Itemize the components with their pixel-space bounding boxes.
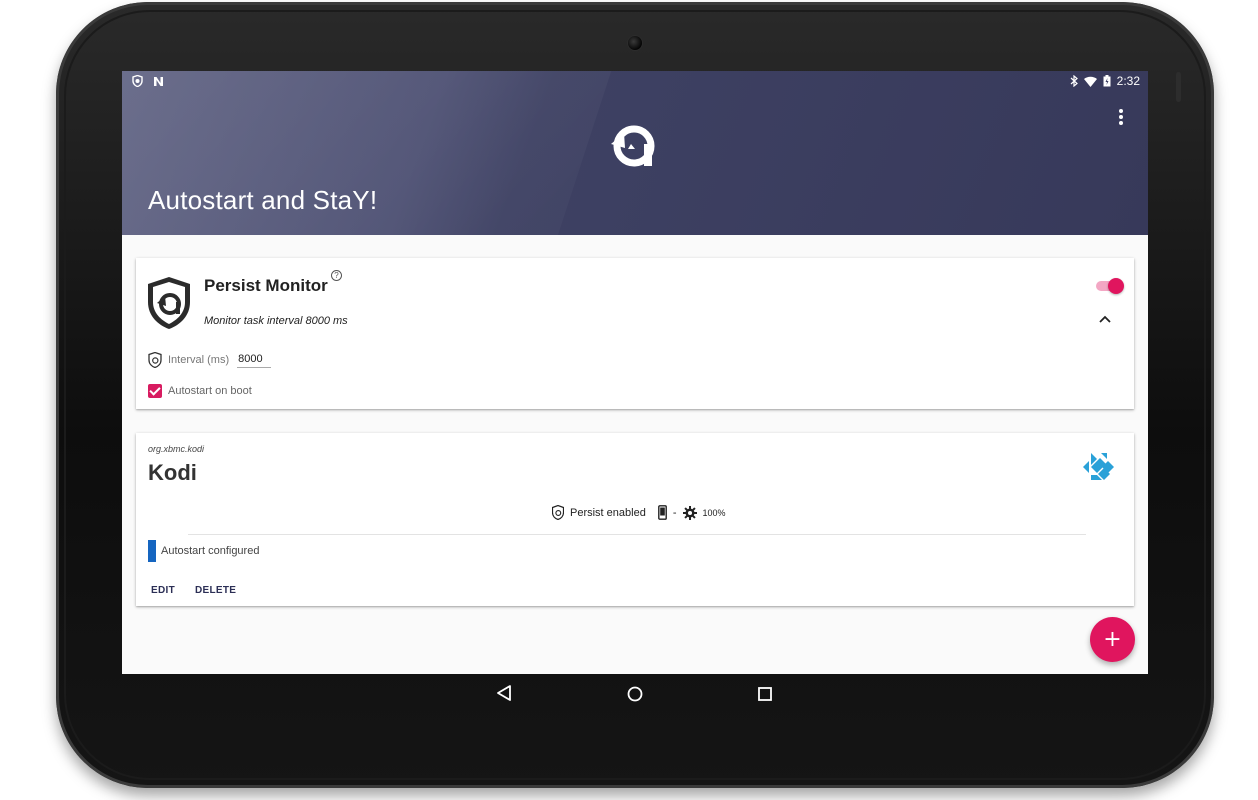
persist-shield-icon xyxy=(148,277,190,329)
add-app-fab[interactable]: + xyxy=(1090,617,1135,662)
bluetooth-icon xyxy=(1070,75,1078,87)
autostart-indicator-bar xyxy=(148,540,156,562)
toggle-thumb xyxy=(1108,278,1124,294)
card-divider xyxy=(188,534,1086,535)
app-screen: 2:32 Autostart and StaY! Persist Monitor… xyxy=(122,71,1148,674)
interval-row: Interval (ms) xyxy=(148,352,272,368)
n-notification-icon xyxy=(154,76,163,86)
phone-icon xyxy=(657,505,667,520)
app-card-kodi[interactable]: org.xbmc.kodi Kodi Persist enabled - 100… xyxy=(136,433,1134,606)
navigation-bar xyxy=(122,674,1148,714)
persist-shield-small-icon xyxy=(552,505,564,520)
persist-enabled-label: Persist enabled xyxy=(570,506,646,519)
interval-input[interactable] xyxy=(237,352,272,368)
edit-button[interactable]: EDIT xyxy=(151,585,175,596)
shield-notification-icon xyxy=(132,75,143,87)
delete-button[interactable]: DELETE xyxy=(195,585,236,596)
battery-icon xyxy=(1103,75,1111,87)
interval-shield-icon xyxy=(148,352,162,368)
autostart-configured-label: Autostart configured xyxy=(161,545,260,557)
kodi-logo-icon xyxy=(1083,453,1114,480)
app-title: Autostart and StaY! xyxy=(148,185,378,215)
status-left xyxy=(132,75,164,87)
autostart-configured-row: Autostart configured xyxy=(148,540,259,562)
front-camera xyxy=(627,35,643,51)
chevron-up-icon[interactable] xyxy=(1098,314,1112,324)
wifi-icon xyxy=(1083,76,1097,87)
persist-monitor-title: Persist Monitor xyxy=(204,276,328,295)
monitor-interval-subtitle: Monitor task interval 8000 ms xyxy=(204,315,348,327)
overflow-menu-icon[interactable] xyxy=(1114,107,1128,127)
persist-monitor-card: Persist Monitor ? Monitor task interval … xyxy=(136,258,1134,409)
status-right: 2:32 xyxy=(1070,74,1140,88)
status-time: 2:32 xyxy=(1116,74,1140,88)
interval-label: Interval (ms) xyxy=(168,354,230,366)
home-icon[interactable] xyxy=(627,686,643,702)
autostart-boot-label: Autostart on boot xyxy=(168,385,252,397)
persist-monitor-toggle[interactable] xyxy=(1094,278,1124,294)
recents-icon[interactable] xyxy=(758,687,772,701)
app-name: Kodi xyxy=(148,460,197,485)
app-package-name: org.xbmc.kodi xyxy=(148,444,205,454)
level-percent: 100% xyxy=(702,507,726,518)
app-logo-icon xyxy=(611,125,655,167)
autostart-boot-row[interactable]: Autostart on boot xyxy=(148,384,252,398)
app-bar: 2:32 Autostart and StaY! xyxy=(122,71,1148,235)
status-separator: - xyxy=(672,506,677,519)
status-bar: 2:32 xyxy=(122,71,1148,93)
app-status-row: Persist enabled - 100% xyxy=(552,505,726,520)
side-button xyxy=(1176,72,1181,102)
help-icon[interactable]: ? xyxy=(331,270,342,281)
gear-icon xyxy=(682,505,697,520)
back-icon[interactable] xyxy=(496,684,512,702)
card-actions: EDIT DELETE xyxy=(151,585,236,596)
autostart-boot-checkbox[interactable] xyxy=(148,384,162,398)
